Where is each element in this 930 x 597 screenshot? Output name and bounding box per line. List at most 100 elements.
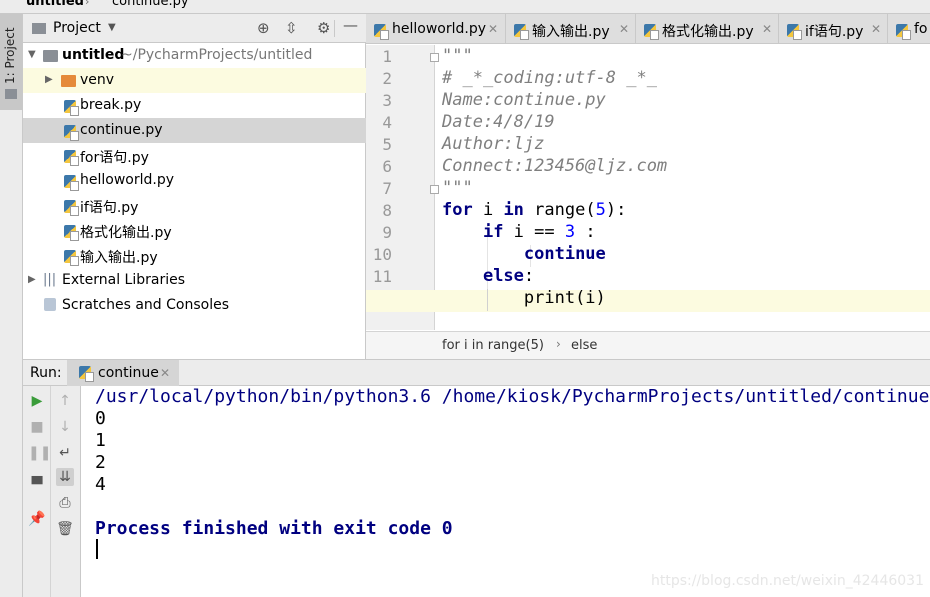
gear-icon[interactable]: ⚙ [317, 19, 330, 37]
tree-item-label: for语句.py [80, 150, 149, 166]
console-line: 2 [95, 452, 106, 473]
line-number: 2 [382, 69, 392, 88]
line-number: 6 [382, 157, 392, 176]
up-arrow-icon[interactable]: ↑ [56, 392, 74, 410]
line-number: 8 [382, 201, 392, 220]
collapse-all-icon[interactable]: ⇳ [285, 19, 298, 37]
python-file-icon [64, 175, 79, 191]
tree-item-label: venv [80, 72, 115, 88]
fold-marker-icon[interactable] [430, 185, 439, 194]
tree-item-file-selected[interactable]: continue.py [23, 118, 366, 143]
layout-icon[interactable]: ▀ [28, 476, 46, 494]
trash-icon[interactable]: 🗑 [56, 520, 74, 538]
run-tab-continue[interactable]: continue ✕ [67, 360, 179, 386]
python-file-icon [374, 24, 389, 40]
tree-item-file[interactable]: helloworld.py [23, 168, 366, 193]
code-line: continue [442, 243, 606, 265]
python-file-icon [64, 150, 79, 166]
tree-item-file[interactable]: break.py [23, 93, 366, 118]
tree-item-venv[interactable]: ▶ venv [23, 68, 366, 93]
python-file-icon [64, 225, 79, 241]
keyword: if [482, 222, 504, 242]
nav-project-name[interactable]: untitled [26, 0, 84, 9]
folder-icon [43, 50, 58, 62]
fold-marker-icon[interactable] [430, 53, 439, 62]
tree-item-label: Scratches and Consoles [62, 297, 229, 313]
tree-item-label: 格式化输出.py [80, 225, 172, 241]
expand-arrow-icon[interactable]: ▶ [28, 274, 36, 285]
code-text: : [575, 222, 596, 242]
code-line: for i in range(5): [442, 199, 626, 221]
text-caret [96, 539, 98, 559]
number-literal: 3 [564, 222, 576, 242]
down-arrow-icon[interactable]: ↓ [56, 418, 74, 436]
library-icon: ||| [43, 272, 57, 287]
editor-tab[interactable]: if语句.py ✕ [779, 14, 888, 43]
editor-tab[interactable]: 输入输出.py ✕ [506, 14, 636, 43]
breadcrumb-separator-icon: › [556, 337, 561, 351]
soft-wrap-icon[interactable]: ↵ [56, 444, 74, 462]
navigation-bar: untitled › continue.py [0, 0, 930, 14]
code-editor[interactable]: """ # _*_coding:utf-8 _*_ Name:continue.… [442, 45, 930, 330]
locate-file-icon[interactable]: ⊕ [257, 19, 270, 37]
tree-item-file[interactable]: 输入输出.py [23, 243, 366, 268]
close-icon[interactable]: ✕ [160, 366, 170, 380]
breadcrumb-item[interactable]: for i in range(5) [442, 338, 544, 353]
run-label: Run: [30, 365, 62, 381]
code-breadcrumb: for i in range(5) › else [366, 331, 930, 359]
watermark: https://blog.csdn.net/weixin_42446031 [650, 573, 924, 589]
code-line: """ [442, 178, 473, 198]
run-panel-header: Run: continue ✕ [23, 360, 930, 386]
tree-item-file[interactable]: if语句.py [23, 193, 366, 218]
pin-icon[interactable]: 📌 [28, 510, 46, 528]
close-icon[interactable]: ✕ [762, 22, 772, 36]
project-panel: Project ▼ ⊕ ⇳ ⚙ — ▼ untitled ~/PycharmPr… [23, 14, 366, 359]
tab-label: 输入输出.py [532, 24, 610, 40]
code-text: : [523, 266, 535, 286]
tree-item-scratches[interactable]: Scratches and Consoles [23, 293, 366, 318]
tab-label: fo [914, 21, 928, 37]
tab-label: 格式化输出.py [662, 24, 754, 40]
python-file-icon [644, 24, 659, 40]
tree-item-external-libraries[interactable]: ▶ ||| External Libraries [23, 268, 366, 293]
editor-tab[interactable]: fo [888, 14, 930, 43]
tab-label: if语句.py [805, 24, 864, 40]
python-file-icon [514, 24, 529, 40]
breadcrumb-item[interactable]: else [571, 338, 597, 353]
close-icon[interactable]: ✕ [871, 22, 881, 36]
project-panel-title[interactable]: Project [53, 20, 101, 36]
rerun-icon[interactable]: ▶ [28, 392, 46, 410]
tree-root[interactable]: ▼ untitled ~/PycharmProjects/untitled [23, 43, 366, 68]
stop-icon[interactable]: ■ [28, 418, 46, 436]
line-number-gutter: 1 2 3 4 5 6 7 8 9 10 11 12 [366, 45, 439, 330]
close-icon[interactable]: ✕ [488, 22, 498, 36]
python-file-icon [896, 24, 911, 40]
line-number: 10 [372, 245, 392, 264]
print-icon[interactable]: ⎙ [56, 494, 74, 512]
project-folder-icon [32, 23, 46, 34]
project-tool-window-button[interactable]: 1: Project [0, 14, 22, 110]
tree-item-label: helloworld.py [80, 172, 175, 188]
editor-tab[interactable]: helloworld.py ✕ [366, 14, 506, 43]
code-line: Connect:123456@ljz.com [442, 156, 668, 176]
scroll-to-end-icon[interactable]: ⇊ [56, 468, 74, 486]
line-number: 1 [382, 47, 392, 66]
tree-item-label: External Libraries [62, 272, 185, 288]
nav-file-name[interactable]: continue.py [112, 0, 189, 9]
code-line: Author:ljz [442, 134, 545, 154]
tree-item-file[interactable]: for语句.py [23, 143, 366, 168]
hide-panel-icon[interactable]: — [343, 16, 358, 34]
root-name: untitled [62, 47, 125, 63]
line-number: 5 [382, 135, 392, 154]
console-output[interactable]: /usr/local/python/bin/python3.6 /home/ki… [95, 386, 930, 597]
expand-arrow-icon[interactable]: ▶ [45, 74, 53, 85]
expand-arrow-icon[interactable]: ▼ [28, 49, 36, 60]
code-text: i [472, 200, 504, 220]
console-command: /usr/local/python/bin/python3.6 /home/ki… [95, 386, 930, 407]
chevron-down-icon[interactable]: ▼ [108, 22, 116, 33]
editor-tab[interactable]: 格式化输出.py ✕ [636, 14, 779, 43]
close-icon[interactable]: ✕ [619, 22, 629, 36]
keyword: in [503, 200, 524, 220]
pause-icon[interactable]: ❚❚ [28, 444, 51, 462]
tree-item-file[interactable]: 格式化输出.py [23, 218, 366, 243]
